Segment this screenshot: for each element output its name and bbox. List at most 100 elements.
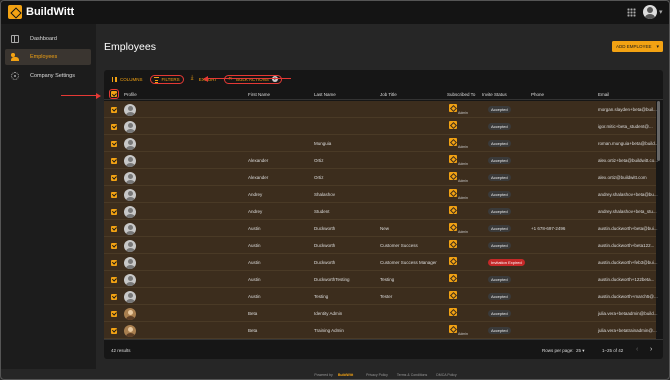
cell-last-name: Munguia: [314, 141, 332, 146]
profile-avatar[interactable]: [124, 103, 136, 116]
row-checkbox[interactable]: [111, 293, 117, 300]
cell-email: andrey.shalashov+beta_stu...: [598, 209, 657, 214]
column-header-subscribed-to[interactable]: Subscribed To: [447, 92, 475, 97]
row-checkbox[interactable]: [111, 327, 117, 334]
cell-email: alex.ortiz@buildwitt.com: [598, 175, 647, 180]
table-row[interactable]: Accepted igor.mitic+beta_student@...: [104, 118, 656, 135]
subscription-icon: [449, 172, 457, 180]
status-badge: Accepted: [488, 309, 511, 317]
previous-page-icon[interactable]: ‹: [636, 346, 638, 353]
cell-first-name: Andrey: [248, 209, 263, 214]
profile-avatar[interactable]: [124, 239, 136, 252]
profile-avatar[interactable]: [124, 307, 136, 320]
table-row[interactable]: Austin DuckworthTesting Testing Accepted aus…: [104, 271, 656, 288]
status-badge: Accepted: [488, 241, 511, 249]
dmca-policy-link[interactable]: DMCA Policy: [436, 373, 456, 377]
row-checkbox[interactable]: [111, 106, 117, 113]
row-checkbox[interactable]: [111, 191, 117, 198]
profile-avatar[interactable]: [124, 154, 136, 167]
rows-per-page-select[interactable]: 25 ▾: [576, 348, 585, 354]
row-checkbox[interactable]: [111, 123, 117, 130]
profile-avatar[interactable]: [124, 171, 136, 184]
cell-email: julia.vera+betaadmin@build...: [598, 311, 658, 316]
row-checkbox[interactable]: [111, 259, 117, 266]
columns-icon: [112, 76, 117, 82]
sidebar-item-dashboard[interactable]: Dashboard: [5, 31, 91, 47]
row-checkbox[interactable]: [111, 276, 117, 283]
profile-avatar[interactable]: [124, 324, 136, 337]
row-checkbox[interactable]: [111, 208, 117, 215]
profile-avatar[interactable]: [124, 273, 136, 286]
cell-email: austin.duckworth+beta122...: [598, 243, 655, 248]
cell-email: julia.vera+betatrainadmin@...: [598, 328, 657, 333]
row-checkbox[interactable]: [111, 140, 117, 147]
status-badge: Accepted: [488, 275, 511, 283]
table-row[interactable]: Beta Training Admin Admin Accepted julia.ver…: [104, 322, 657, 339]
sidebar-item-employees[interactable]: Employees: [5, 49, 91, 65]
add-employee-button[interactable]: ADD EMPLOYEE ▾: [612, 41, 663, 52]
row-checkbox[interactable]: [111, 310, 117, 317]
column-header-invite-status[interactable]: Invite Status: [482, 92, 507, 97]
columns-button[interactable]: COLUMNS: [109, 75, 146, 84]
row-checkbox[interactable]: [111, 225, 117, 232]
profile-avatar[interactable]: [124, 120, 136, 133]
table-row[interactable]: Andrey Student Accepted andrey.shalashov+be…: [104, 203, 657, 220]
table-row[interactable]: Andrey Shalashov Admin Accepted andrey.shala…: [104, 186, 658, 203]
chevron-down-icon[interactable]: ▾: [659, 8, 663, 16]
add-employee-label: ADD EMPLOYEE: [616, 44, 652, 49]
profile-avatar[interactable]: [124, 290, 136, 303]
cell-last-name: Ortiz: [314, 158, 324, 163]
profile-avatar[interactable]: [124, 188, 136, 201]
table-row[interactable]: Austin Duckworth Customer Success Accepted a…: [104, 237, 656, 254]
row-checkbox[interactable]: [111, 242, 117, 249]
column-header-phone[interactable]: Phone: [531, 92, 544, 97]
cell-first-name: Austin: [248, 226, 261, 231]
column-header-first-name[interactable]: First Name: [248, 92, 270, 97]
results-count: 42 results: [111, 348, 131, 353]
table-row[interactable]: Alexander Ortiz Admin Accepted alex.ortiz@bu…: [104, 169, 656, 186]
column-header-profile[interactable]: Profile: [124, 92, 137, 97]
user-avatar[interactable]: [643, 5, 657, 19]
filters-button[interactable]: FILTERS: [149, 74, 184, 84]
sidebar: Dashboard Employees Company Settings: [1, 24, 96, 369]
table-row[interactable]: Austin Testing Tester Accepted austin.duckwo…: [104, 288, 658, 305]
cell-email: austin.duckworth+122beta...: [598, 277, 655, 282]
table-row[interactable]: Austin Duckworth Customer Success Manager I…: [104, 254, 657, 271]
page-title: Employees: [104, 41, 156, 53]
cell-email: austin.duckworth+march5@...: [598, 294, 658, 299]
bulk-actions-button[interactable]: BULK ACTIONS 2: [224, 74, 282, 84]
table-scrollbar[interactable]: [657, 101, 660, 161]
table-row[interactable]: Beta Identity Admin Accepted julia.vera+bet…: [104, 305, 658, 322]
table-toolbar: COLUMNS FILTERS EXPORT BULK ACTIONS 2: [109, 74, 286, 84]
column-header-last-name[interactable]: Last Name: [314, 92, 336, 97]
table-row[interactable]: Admin Accepted morgan.slayden+beta@buil...: [104, 101, 657, 118]
terms-link[interactable]: Terms & Conditions: [397, 373, 427, 377]
row-checkbox[interactable]: [111, 157, 117, 164]
table-footer: 42 results Rows per page: 25 ▾ 1–25 of 4…: [104, 339, 663, 359]
table-row[interactable]: Munguia Admin Accepted roman.munguia+beta@b…: [104, 135, 658, 152]
column-header-job-title[interactable]: Job Title: [380, 92, 397, 97]
apps-grid-icon[interactable]: [627, 8, 636, 17]
cell-first-name: Alexander: [248, 175, 269, 180]
cell-job-title: Tester: [380, 294, 393, 299]
page-footer: Powered by BuildWitt Privacy Policy Terms…: [96, 369, 669, 379]
table-body: Admin Accepted morgan.slayden+beta@buil...…: [104, 101, 663, 339]
cell-first-name: Alexander: [248, 158, 269, 163]
profile-avatar[interactable]: [124, 137, 136, 150]
row-checkbox[interactable]: [111, 174, 117, 181]
subscription-icon: [449, 274, 457, 282]
next-page-icon[interactable]: ›: [650, 346, 652, 353]
privacy-policy-link[interactable]: Privacy Policy: [366, 373, 388, 377]
sidebar-item-label: Employees: [30, 54, 58, 60]
subscription-icon: [449, 138, 457, 146]
sidebar-item-company-settings[interactable]: Company Settings: [5, 68, 91, 84]
profile-avatar[interactable]: [124, 222, 136, 235]
cell-email: austin.duckworth+beta@bui...: [598, 226, 658, 231]
profile-avatar[interactable]: [124, 256, 136, 269]
column-header-email[interactable]: Email: [598, 92, 609, 97]
table-row[interactable]: Alexander Ortiz Admin Accepted alex.ortiz+be…: [104, 152, 658, 169]
table-row[interactable]: Austin Duckworth New Admin Accepted +1 678-69…: [104, 220, 658, 237]
select-all-checkbox[interactable]: [109, 89, 119, 99]
profile-avatar[interactable]: [124, 205, 136, 218]
subscription-icon: [449, 291, 457, 299]
